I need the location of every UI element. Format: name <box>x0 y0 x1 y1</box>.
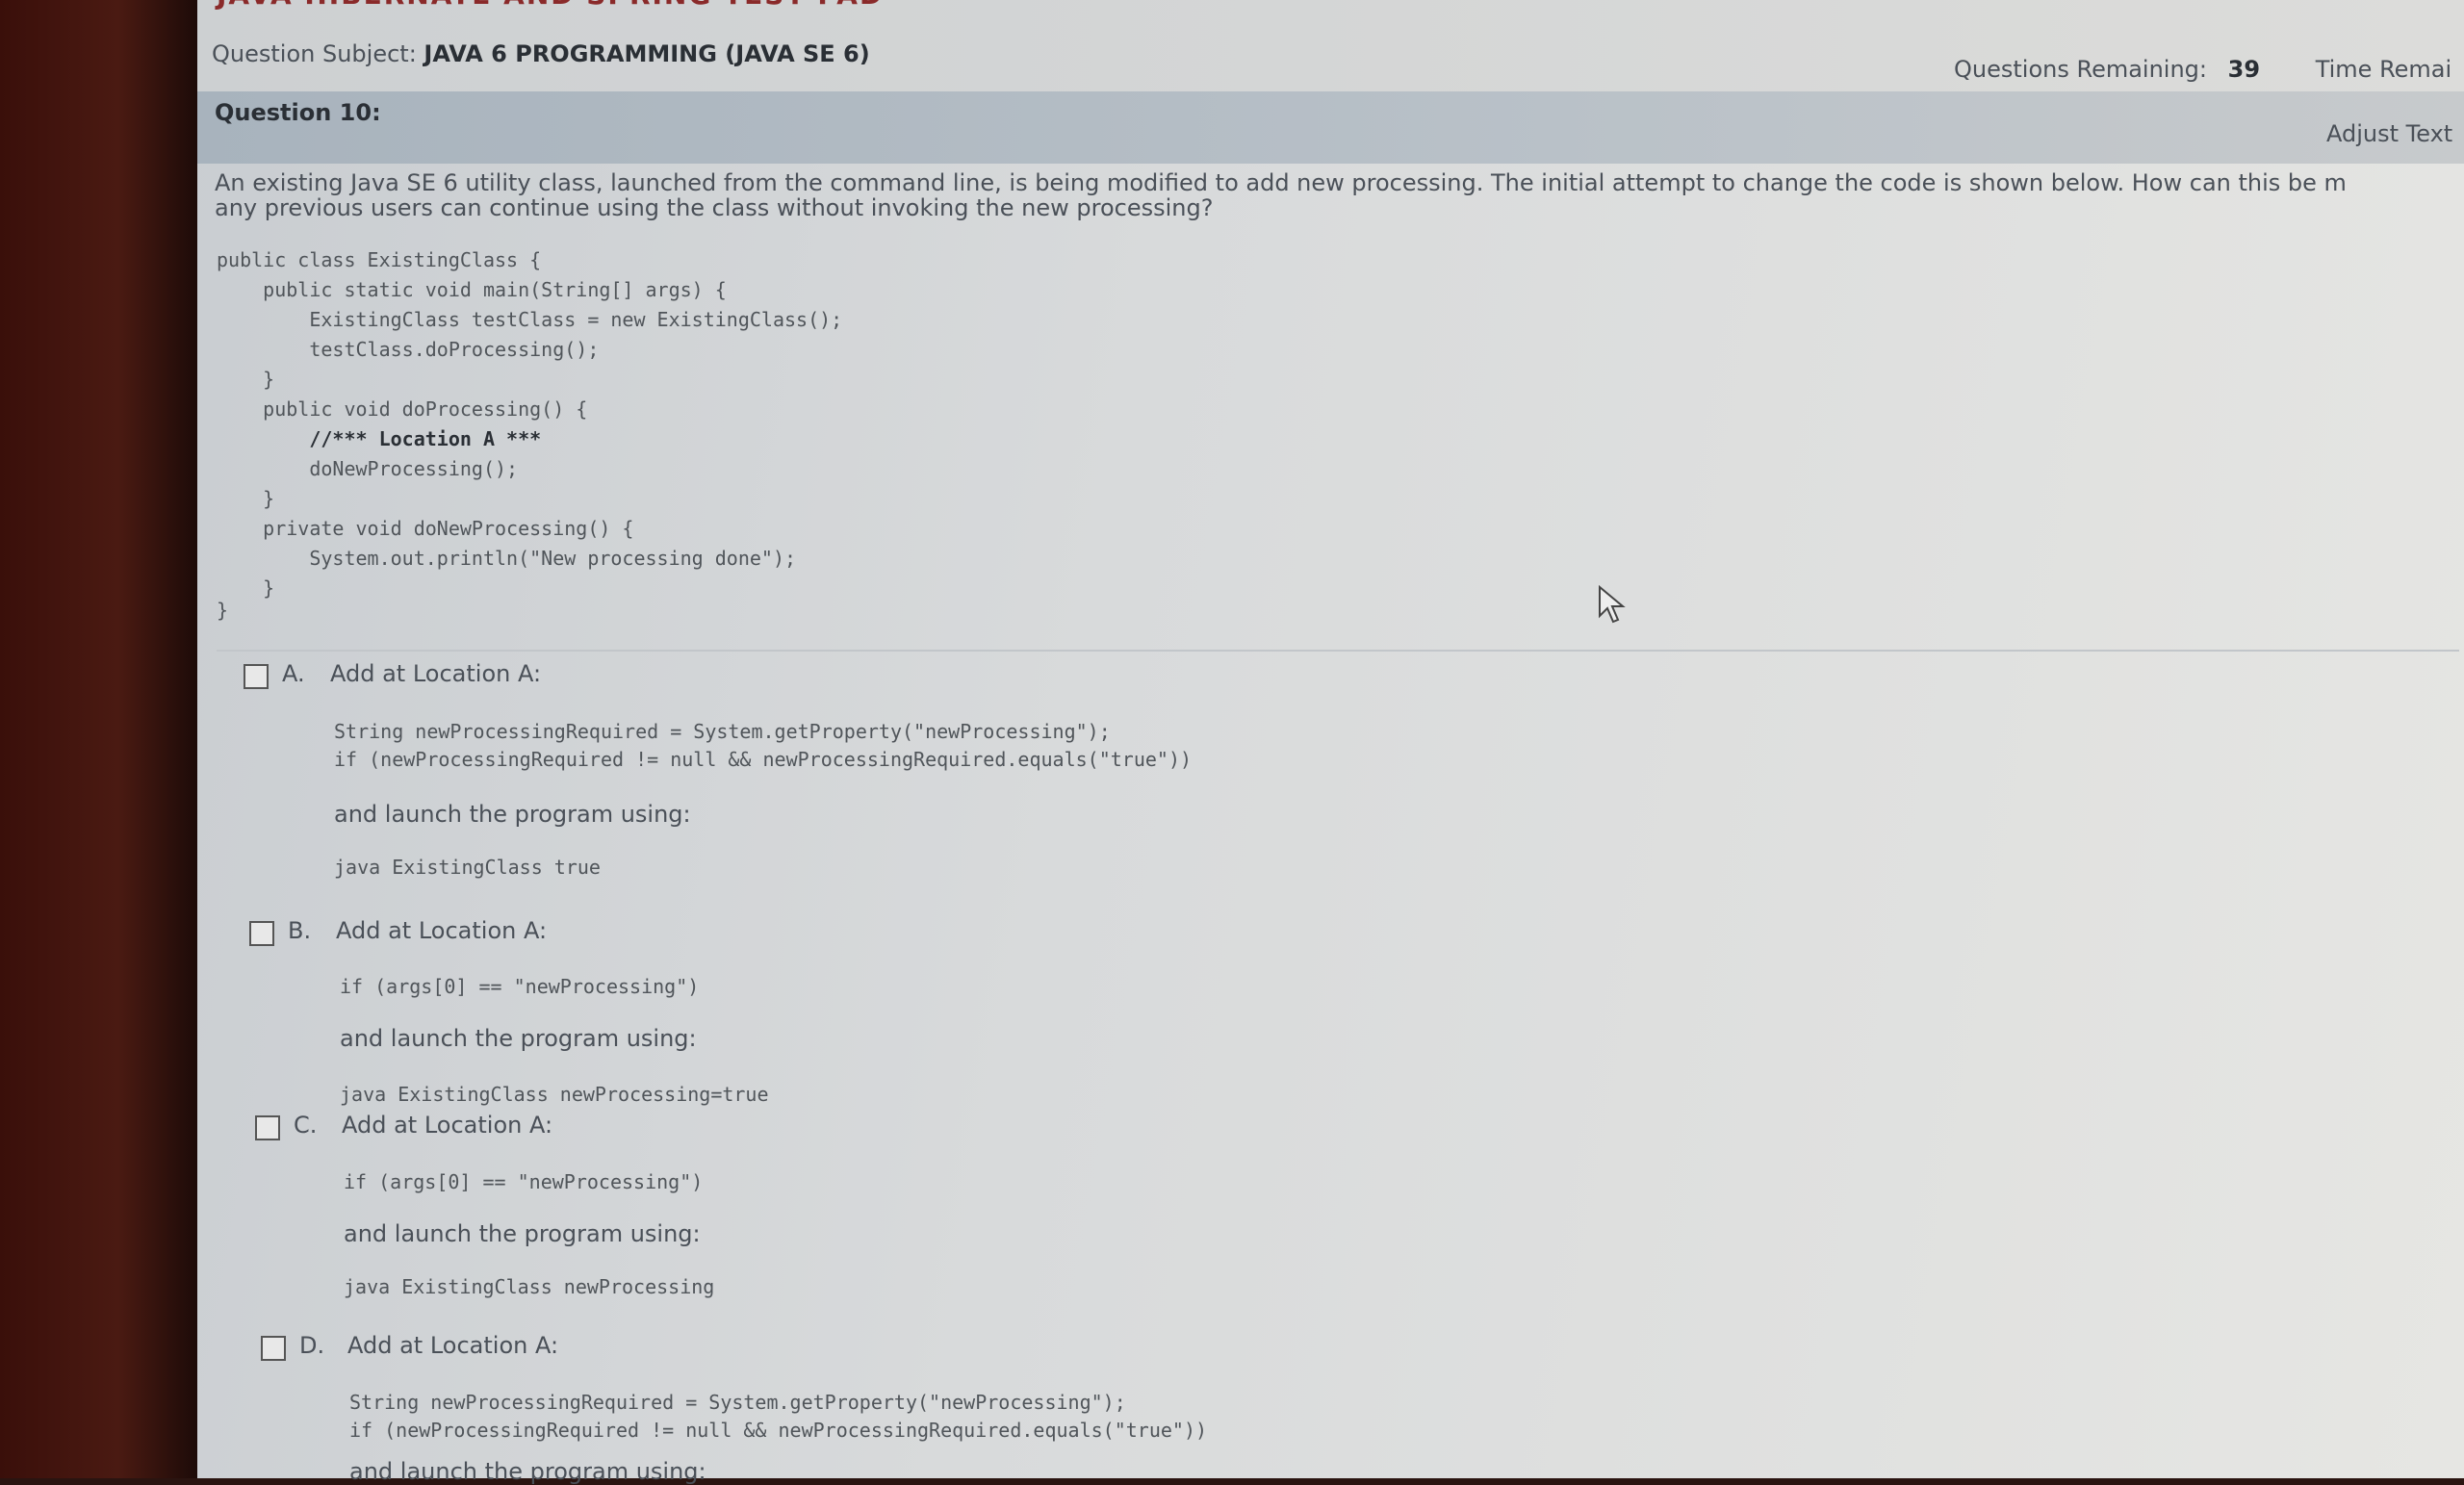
question-title: Question 10: <box>215 99 381 126</box>
option-letter: D. <box>299 1332 325 1359</box>
option-label: Add at Location A: <box>330 660 542 687</box>
launch-command: java ExistingClass newProcessing=true <box>340 1083 769 1106</box>
option-letter: A. <box>282 660 305 687</box>
option-code-line: String newProcessingRequired = System.ge… <box>334 720 1111 743</box>
launch-command: java ExistingClass newProcessing <box>344 1275 715 1298</box>
subject-label: Question Subject: <box>212 40 417 67</box>
launch-text: and launch the program using: <box>334 801 691 828</box>
option-code-line: if (newProcessingRequired != null && new… <box>349 1419 1208 1442</box>
code-line: doNewProcessing(); <box>217 457 519 480</box>
code-line: public static void main(String[] args) { <box>217 278 727 301</box>
option-code-line: if (newProcessingRequired != null && new… <box>334 748 1193 771</box>
code-line: } <box>217 368 275 391</box>
launch-command: java ExistingClass true <box>334 856 601 879</box>
option-a-checkbox[interactable] <box>244 664 269 689</box>
code-line: public void doProcessing() { <box>217 397 588 421</box>
app-banner: JAVA HIBERNATE AND SPRING TEST PAD <box>217 0 884 11</box>
code-line: //*** Location A *** <box>217 427 542 450</box>
header-strip: JAVA HIBERNATE AND SPRING TEST PAD Quest… <box>197 0 2464 91</box>
launch-text: and launch the program using: <box>349 1458 706 1485</box>
mouse-cursor-icon <box>1599 585 1626 624</box>
code-line: } <box>217 576 275 600</box>
questions-remaining: Questions Remaining: 39 Time Remai <box>1954 56 2451 83</box>
launch-text: and launch the program using: <box>344 1220 701 1247</box>
option-letter: B. <box>288 917 312 944</box>
remaining-count: 39 <box>2227 56 2261 83</box>
launch-text: and launch the program using: <box>340 1025 697 1052</box>
option-code-line: String newProcessingRequired = System.ge… <box>349 1391 1126 1414</box>
option-label: Add at Location A: <box>336 917 548 944</box>
question-bar: Question 10: Adjust Text <box>197 91 2464 164</box>
code-line: } <box>217 487 275 510</box>
option-letter: C. <box>294 1112 318 1139</box>
subject-value: JAVA 6 PROGRAMMING (JAVA SE 6) <box>424 40 870 67</box>
adjust-text-link[interactable]: Adjust Text <box>2326 120 2452 147</box>
option-b-checkbox[interactable] <box>249 921 274 946</box>
code-line: System.out.println("New processing done"… <box>217 547 797 570</box>
question-text-1: An existing Java SE 6 utility class, lau… <box>215 169 2347 196</box>
option-code-line: if (args[0] == "newProcessing") <box>344 1170 704 1193</box>
monitor-bezel <box>0 0 197 1478</box>
option-label: Add at Location A: <box>342 1112 553 1139</box>
code-line: ExistingClass testClass = new ExistingCl… <box>217 308 843 331</box>
subject-line: Question Subject: JAVA 6 PROGRAMMING (JA… <box>212 40 870 67</box>
option-c-checkbox[interactable] <box>255 1115 280 1140</box>
option-code-line: if (args[0] == "newProcessing") <box>340 975 700 998</box>
exam-panel: JAVA HIBERNATE AND SPRING TEST PAD Quest… <box>197 0 2464 1485</box>
option-label: Add at Location A: <box>347 1332 559 1359</box>
code-line: } <box>217 599 229 622</box>
question-text-2: any previous users can continue using th… <box>215 194 1214 221</box>
code-line: private void doNewProcessing() { <box>217 517 634 540</box>
option-d-checkbox[interactable] <box>261 1336 286 1361</box>
time-remaining-label: Time Remai <box>2315 56 2452 83</box>
remaining-label: Questions Remaining: <box>1954 56 2208 83</box>
divider <box>217 650 2459 652</box>
code-line: public class ExistingClass { <box>217 248 542 271</box>
code-line: testClass.doProcessing(); <box>217 338 600 361</box>
